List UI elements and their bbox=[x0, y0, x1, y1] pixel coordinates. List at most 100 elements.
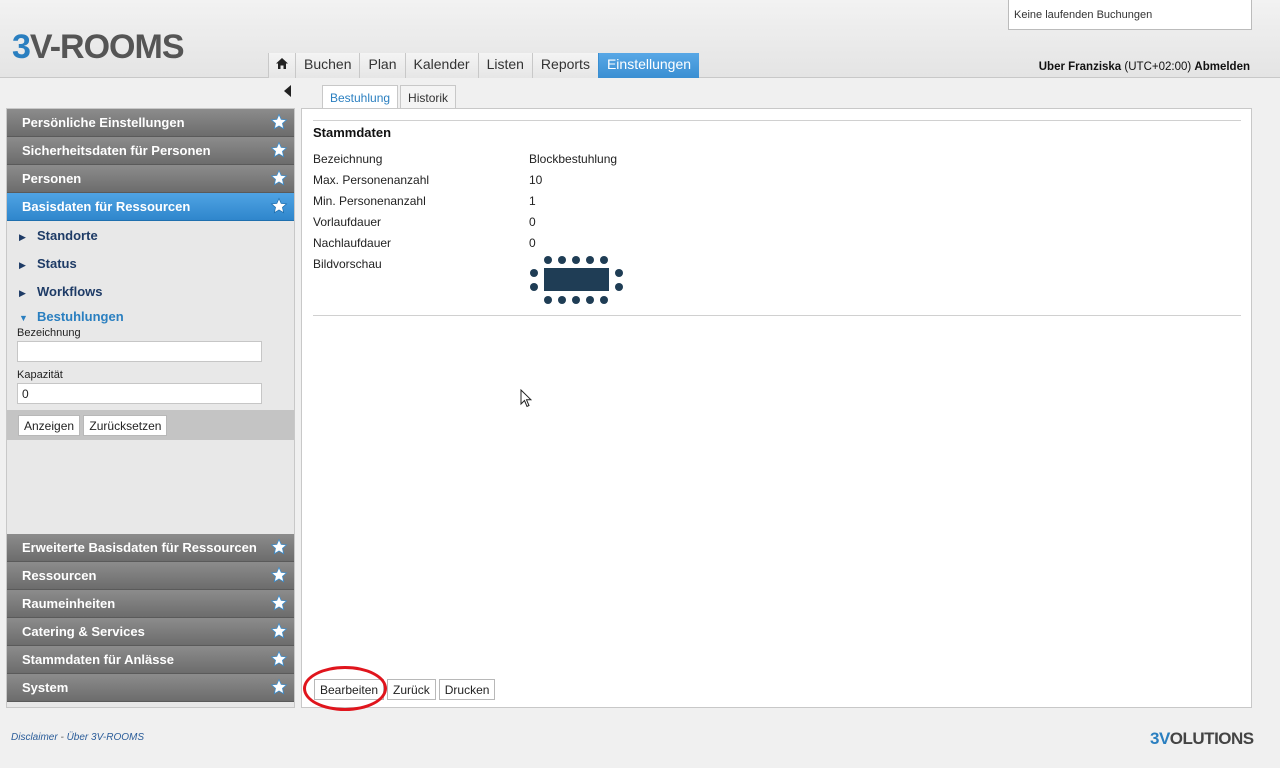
tab-bestuhlung[interactable]: Bestuhlung bbox=[322, 85, 399, 109]
star-icon[interactable] bbox=[270, 113, 288, 131]
label-nachlaufdauer: Nachlaufdauer bbox=[313, 236, 392, 250]
sidebar-section-system[interactable]: System bbox=[7, 674, 294, 702]
label-vorlaufdauer: Vorlaufdauer bbox=[313, 215, 382, 229]
label-bezeichnung: Bezeichnung bbox=[313, 152, 383, 166]
value-vorlaufdauer: 0 bbox=[529, 215, 536, 229]
value-min-personen: 1 bbox=[529, 194, 536, 208]
chevron-down-icon: ▼ bbox=[19, 313, 28, 323]
user-name[interactable]: Uber Franziska bbox=[1039, 61, 1121, 73]
sidebar-item-bestuhlungen[interactable]: ▼ Bestuhlungen bbox=[7, 305, 294, 327]
sub-item-label: Workflows bbox=[37, 284, 103, 299]
section-label: Raumeinheiten bbox=[22, 596, 116, 611]
app-logo[interactable]: 3V-ROOMS bbox=[12, 28, 184, 67]
chevron-right-icon: ▶ bbox=[19, 232, 26, 242]
nav-home[interactable] bbox=[268, 53, 295, 78]
logo-text: V-ROOMS bbox=[29, 28, 185, 66]
footer-separator: - bbox=[60, 732, 64, 743]
section-title: Stammdaten bbox=[313, 125, 392, 140]
sub-item-label: Bestuhlungen bbox=[37, 309, 124, 324]
sidebar-item-workflows[interactable]: ▶ Workflows bbox=[7, 277, 294, 305]
sidebar-section-sicherheitsdaten[interactable]: Sicherheitsdaten für Personen bbox=[7, 137, 294, 165]
mouse-cursor-icon bbox=[520, 388, 533, 411]
detail-panel: Stammdaten Bezeichnung Blockbestuhlung M… bbox=[301, 108, 1252, 708]
label-max-personen: Max. Personenanzahl bbox=[313, 173, 430, 187]
star-icon[interactable] bbox=[270, 622, 288, 640]
logout-link[interactable]: Abmelden bbox=[1194, 61, 1250, 73]
footer-links: Disclaimer - Über 3V-ROOMS bbox=[11, 732, 144, 743]
nav-plan[interactable]: Plan bbox=[359, 53, 405, 78]
zuruecksetzen-button[interactable]: Zurücksetzen bbox=[83, 415, 168, 436]
nav-reports[interactable]: Reports bbox=[531, 53, 598, 78]
nav-listen[interactable]: Listen bbox=[477, 53, 532, 78]
filter-button-row: Anzeigen Zurücksetzen bbox=[7, 410, 294, 440]
divider bbox=[313, 315, 1241, 316]
main-nav: Buchen Plan Kalender Listen Reports Eins… bbox=[268, 53, 700, 78]
section-label: Sicherheitsdaten für Personen bbox=[22, 143, 211, 158]
company-logo-prefix: 3V bbox=[1150, 729, 1170, 748]
label-min-personen: Min. Personenanzahl bbox=[313, 194, 426, 208]
nav-einstellungen[interactable]: Einstellungen bbox=[597, 53, 700, 78]
star-icon[interactable] bbox=[270, 566, 288, 584]
user-bar: Uber Franziska (UTC+02:00) Abmelden bbox=[1039, 61, 1250, 73]
section-label: Ressourcen bbox=[22, 568, 97, 583]
label-bildvorschau: Bildvorschau bbox=[313, 257, 382, 271]
divider bbox=[313, 120, 1241, 121]
highlight-circle bbox=[303, 666, 387, 711]
about-link[interactable]: Über 3V-ROOMS bbox=[67, 732, 144, 743]
nav-buchen[interactable]: Buchen bbox=[295, 53, 360, 78]
sidebar-filler bbox=[7, 440, 294, 534]
value-bezeichnung: Blockbestuhlung bbox=[529, 152, 618, 166]
timezone: (UTC+02:00) bbox=[1124, 61, 1192, 73]
kapazitaet-input[interactable] bbox=[17, 383, 262, 404]
sidebar-section-ressourcen[interactable]: Ressourcen bbox=[7, 562, 294, 590]
star-icon[interactable] bbox=[270, 650, 288, 668]
bezeichnung-label: Bezeichnung bbox=[17, 327, 81, 339]
collapse-sidebar-icon[interactable] bbox=[284, 85, 294, 99]
star-icon[interactable] bbox=[270, 169, 288, 187]
star-icon[interactable] bbox=[270, 538, 288, 556]
star-icon[interactable] bbox=[270, 197, 288, 215]
nav-kalender[interactable]: Kalender bbox=[404, 53, 478, 78]
detail-tabs: Bestuhlung Historik bbox=[322, 85, 458, 109]
anzeigen-button[interactable]: Anzeigen bbox=[18, 415, 81, 436]
company-logo-text: OLUTIONS bbox=[1169, 729, 1254, 748]
seating-preview-image bbox=[528, 256, 624, 309]
sidebar-section-raumeinheiten[interactable]: Raumeinheiten bbox=[7, 590, 294, 618]
section-label: Catering & Services bbox=[22, 624, 145, 639]
sidebar-section-erweiterte-basisdaten[interactable]: Erweiterte Basisdaten für Ressourcen bbox=[7, 534, 294, 562]
sidebar-section-persoenliche-einstellungen[interactable]: Persönliche Einstellungen bbox=[7, 109, 294, 137]
value-nachlaufdauer: 0 bbox=[529, 236, 536, 250]
star-icon[interactable] bbox=[270, 594, 288, 612]
home-icon bbox=[276, 58, 288, 69]
drucken-button[interactable]: Drucken bbox=[438, 679, 496, 700]
sub-item-label: Standorte bbox=[37, 228, 98, 243]
tab-historik[interactable]: Historik bbox=[400, 85, 457, 109]
sidebar-section-stammdaten-anlaesse[interactable]: Stammdaten für Anlässe bbox=[7, 646, 294, 674]
section-label: Erweiterte Basisdaten für Ressourcen bbox=[22, 540, 257, 555]
sidebar-item-standorte[interactable]: ▶ Standorte bbox=[7, 221, 294, 249]
sidebar-section-personen[interactable]: Personen bbox=[7, 165, 294, 193]
section-label: System bbox=[22, 680, 69, 695]
section-label: Basisdaten für Ressourcen bbox=[22, 199, 191, 214]
zurueck-button[interactable]: Zurück bbox=[387, 679, 436, 700]
value-max-personen: 10 bbox=[529, 173, 543, 187]
section-label: Stammdaten für Anlässe bbox=[22, 652, 174, 667]
chevron-right-icon: ▶ bbox=[19, 260, 26, 270]
sub-item-label: Status bbox=[37, 256, 77, 271]
section-label: Personen bbox=[22, 171, 82, 186]
disclaimer-link[interactable]: Disclaimer bbox=[11, 732, 58, 743]
app-header: 3V-ROOMS Keine laufenden Buchungen Buche… bbox=[0, 0, 1280, 78]
running-bookings-box[interactable]: Keine laufenden Buchungen bbox=[1008, 0, 1252, 30]
chevron-right-icon: ▶ bbox=[19, 288, 26, 298]
sidebar-item-status[interactable]: ▶ Status bbox=[7, 249, 294, 277]
company-logo[interactable]: 3VOLUTIONS bbox=[1150, 729, 1254, 749]
star-icon[interactable] bbox=[270, 141, 288, 159]
kapazitaet-label: Kapazität bbox=[17, 369, 63, 381]
sidebar-section-catering-services[interactable]: Catering & Services bbox=[7, 618, 294, 646]
bezeichnung-input[interactable] bbox=[17, 341, 262, 362]
star-icon[interactable] bbox=[270, 678, 288, 696]
sidebar: Persönliche Einstellungen Sicherheitsdat… bbox=[6, 108, 295, 708]
sidebar-section-basisdaten-ressourcen[interactable]: Basisdaten für Ressourcen bbox=[7, 193, 294, 221]
logo-prefix: 3 bbox=[12, 28, 31, 66]
section-label: Persönliche Einstellungen bbox=[22, 115, 185, 130]
